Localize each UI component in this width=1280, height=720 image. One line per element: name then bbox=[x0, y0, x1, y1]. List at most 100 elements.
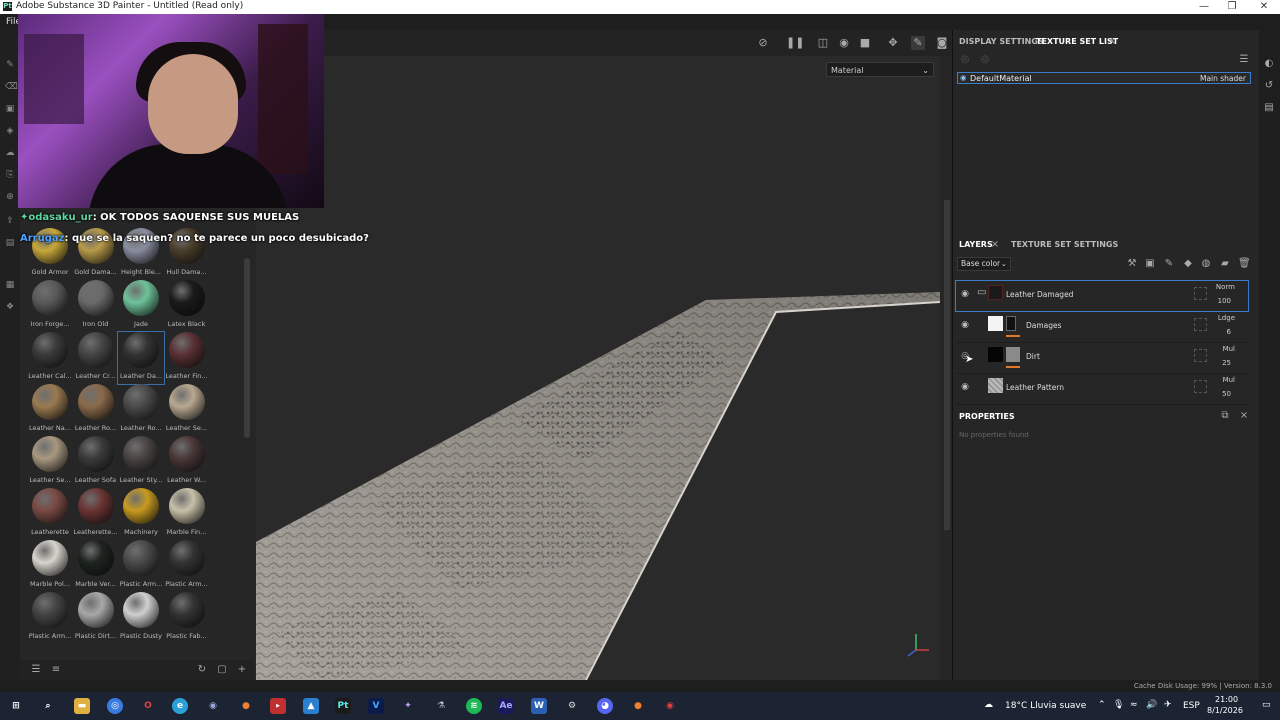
shelf-scrollbar[interactable] bbox=[244, 258, 250, 438]
visual-studio-icon[interactable]: V bbox=[368, 698, 384, 714]
material-thumbnail[interactable]: Leather Ro... bbox=[118, 384, 164, 436]
app-tray-icon[interactable]: ✈ bbox=[1164, 700, 1172, 710]
layer-row[interactable]: ◉ Damages Ldge 6 bbox=[955, 311, 1249, 343]
picker-tool-icon[interactable]: ⊕ bbox=[5, 192, 15, 202]
material-thumbnail[interactable]: Iron Forge... bbox=[27, 280, 73, 332]
layer-blend-mode[interactable]: Norm bbox=[1216, 283, 1235, 291]
tab-display-settings[interactable]: DISPLAY SETTINGS bbox=[959, 37, 1044, 46]
tab-texture-set-settings[interactable]: TEXTURE SET SETTINGS bbox=[1011, 240, 1118, 249]
tab-layers[interactable]: LAYERS bbox=[959, 240, 993, 249]
material-thumbnail[interactable]: Leather Sty... bbox=[118, 436, 164, 488]
eye-icon[interactable]: ◉ bbox=[959, 289, 971, 299]
material-thumbnail[interactable]: Jade bbox=[118, 280, 164, 332]
spotify-icon[interactable]: ≋ bbox=[466, 698, 482, 714]
layer-row[interactable]: ◉ ▭ Leather Damaged Norm 100 bbox=[955, 280, 1249, 312]
layer-blend-mode[interactable]: Mul bbox=[1223, 376, 1235, 384]
shader-name[interactable]: Main shader bbox=[1200, 74, 1246, 83]
material-thumbnail[interactable]: Marble Pol... bbox=[27, 540, 73, 592]
language-indicator[interactable]: ESP bbox=[1183, 701, 1200, 711]
export-icon[interactable]: ⇪ bbox=[5, 216, 15, 226]
list-view-icon[interactable]: ☰ bbox=[30, 664, 42, 676]
clock-date[interactable]: 8/1/2026 bbox=[1207, 706, 1243, 715]
app-icon[interactable]: ◉ bbox=[662, 698, 678, 714]
texture-set-icon[interactable]: ◐ bbox=[1263, 58, 1275, 70]
search-icon[interactable]: ⌕ bbox=[40, 698, 56, 714]
material-thumbnail[interactable]: Leather Ro... bbox=[73, 384, 119, 436]
projection-tool-icon[interactable]: ▣ bbox=[5, 104, 15, 114]
detach-icon[interactable]: ⧉ bbox=[1219, 410, 1231, 422]
app-icon[interactable]: ◉ bbox=[205, 698, 221, 714]
texture-set-row[interactable]: ◉ DefaultMaterial Main shader bbox=[957, 72, 1251, 84]
tray-chevron-icon[interactable]: ⌃ bbox=[1098, 700, 1106, 710]
wifi-icon[interactable]: ≈ bbox=[1130, 700, 1138, 710]
word-icon[interactable]: W bbox=[531, 698, 547, 714]
close-button[interactable]: ✕ bbox=[1248, 0, 1280, 14]
clone-tool-icon[interactable]: ⎘ bbox=[5, 170, 15, 180]
blender-icon[interactable]: ● bbox=[630, 698, 646, 714]
paint-tool-icon[interactable]: ✎ bbox=[5, 60, 15, 70]
fill-layer-icon[interactable]: ◆ bbox=[1182, 258, 1194, 270]
materials-icon[interactable]: ▦ bbox=[5, 280, 15, 290]
menu-icon[interactable]: ☰ bbox=[1238, 54, 1250, 66]
close-tab-icon[interactable]: × bbox=[1106, 36, 1118, 48]
material-thumbnail[interactable]: Leather Na... bbox=[27, 384, 73, 436]
substance-painter-icon[interactable]: Pt bbox=[335, 698, 351, 714]
notification-icon[interactable]: ▭ bbox=[1262, 700, 1271, 710]
microphone-icon[interactable]: 🎙 bbox=[1113, 700, 1124, 710]
channel-dropdown[interactable]: Base color ⌄ bbox=[957, 257, 1011, 271]
settings-icon[interactable]: ⚙ bbox=[564, 698, 580, 714]
volume-icon[interactable]: 🔊 bbox=[1146, 700, 1157, 710]
weather-icon[interactable]: ☁ bbox=[984, 700, 993, 710]
eraser-tool-icon[interactable]: ⌫ bbox=[5, 82, 18, 92]
material-thumbnail[interactable]: Leather Se... bbox=[27, 436, 73, 488]
material-thumbnail[interactable]: Plastic Arm... bbox=[118, 540, 164, 592]
filter-icon[interactable]: ≡ bbox=[50, 664, 62, 676]
material-thumbnail[interactable]: Plastic Arm... bbox=[27, 592, 73, 644]
paint-layer-icon[interactable]: ✎ bbox=[1163, 258, 1175, 270]
transform-icon[interactable]: ✥ bbox=[886, 36, 900, 50]
app-icon[interactable]: ⚗ bbox=[433, 698, 449, 714]
photos-icon[interactable]: ▲ bbox=[303, 698, 319, 714]
layer-blend-mode[interactable]: Ldge bbox=[1218, 314, 1235, 322]
close-tab-icon[interactable]: × bbox=[989, 239, 1001, 251]
render-mode-icon[interactable]: ◉ bbox=[837, 36, 851, 50]
app-icon[interactable]: ✦ bbox=[400, 698, 416, 714]
layer-opacity[interactable]: 100 bbox=[1218, 297, 1231, 305]
material-thumbnail[interactable]: Leatherette... bbox=[73, 488, 119, 540]
material-thumbnail[interactable]: Leather Se... bbox=[164, 384, 210, 436]
material-thumbnail[interactable]: Leather Cal... bbox=[27, 332, 73, 384]
material-thumbnail[interactable]: Leatherette bbox=[27, 488, 73, 540]
layer-opacity[interactable]: 6 bbox=[1227, 328, 1231, 336]
material-thumbnail[interactable]: Machinery bbox=[118, 488, 164, 540]
chrome-icon[interactable]: ◎ bbox=[107, 698, 123, 714]
shelf-icon[interactable]: ❖ bbox=[5, 302, 15, 312]
after-effects-icon[interactable]: Ae bbox=[498, 698, 514, 714]
mask-icon[interactable]: ▣ bbox=[1144, 258, 1156, 270]
pause-icon[interactable]: ❚❚ bbox=[786, 36, 804, 50]
add-icon[interactable]: + bbox=[236, 664, 248, 676]
material-dropdown[interactable]: Material ⌄ bbox=[826, 62, 934, 77]
assets-icon[interactable]: ▤ bbox=[5, 238, 15, 248]
eye-icon[interactable]: ◉ bbox=[959, 320, 971, 330]
smudge-tool-icon[interactable]: ☁ bbox=[5, 148, 15, 158]
hide-icon[interactable]: ⊘ bbox=[756, 36, 770, 50]
edge-icon[interactable]: e bbox=[172, 698, 188, 714]
effects-icon[interactable]: ⚒ bbox=[1126, 258, 1138, 270]
material-thumbnail[interactable]: Leather Sofa bbox=[73, 436, 119, 488]
3d-viewport[interactable] bbox=[256, 30, 940, 680]
material-thumbnail[interactable]: Plastic Fab... bbox=[164, 592, 210, 644]
opera-icon[interactable]: O bbox=[140, 698, 156, 714]
layer-blend-mode[interactable]: Mul bbox=[1223, 345, 1235, 353]
restore-button[interactable]: ❐ bbox=[1216, 0, 1248, 14]
smart-material-icon[interactable]: ◍ bbox=[1200, 258, 1212, 270]
blender-icon[interactable]: ● bbox=[238, 698, 254, 714]
material-thumbnail[interactable]: Plastic Arm... bbox=[164, 540, 210, 592]
eye-icon[interactable]: ◉ bbox=[960, 73, 967, 82]
camera-icon[interactable]: ■ bbox=[858, 36, 872, 50]
material-thumbnail[interactable]: Leather Cr... bbox=[73, 332, 119, 384]
material-thumbnail[interactable]: Latex Black bbox=[164, 280, 210, 332]
material-thumbnail[interactable]: Marble Fin... bbox=[164, 488, 210, 540]
screenshot-icon[interactable]: ◙ bbox=[935, 36, 949, 50]
geometry-mask-icon[interactable]: ◈ bbox=[5, 126, 15, 136]
history-icon[interactable]: ↺ bbox=[1263, 80, 1275, 92]
